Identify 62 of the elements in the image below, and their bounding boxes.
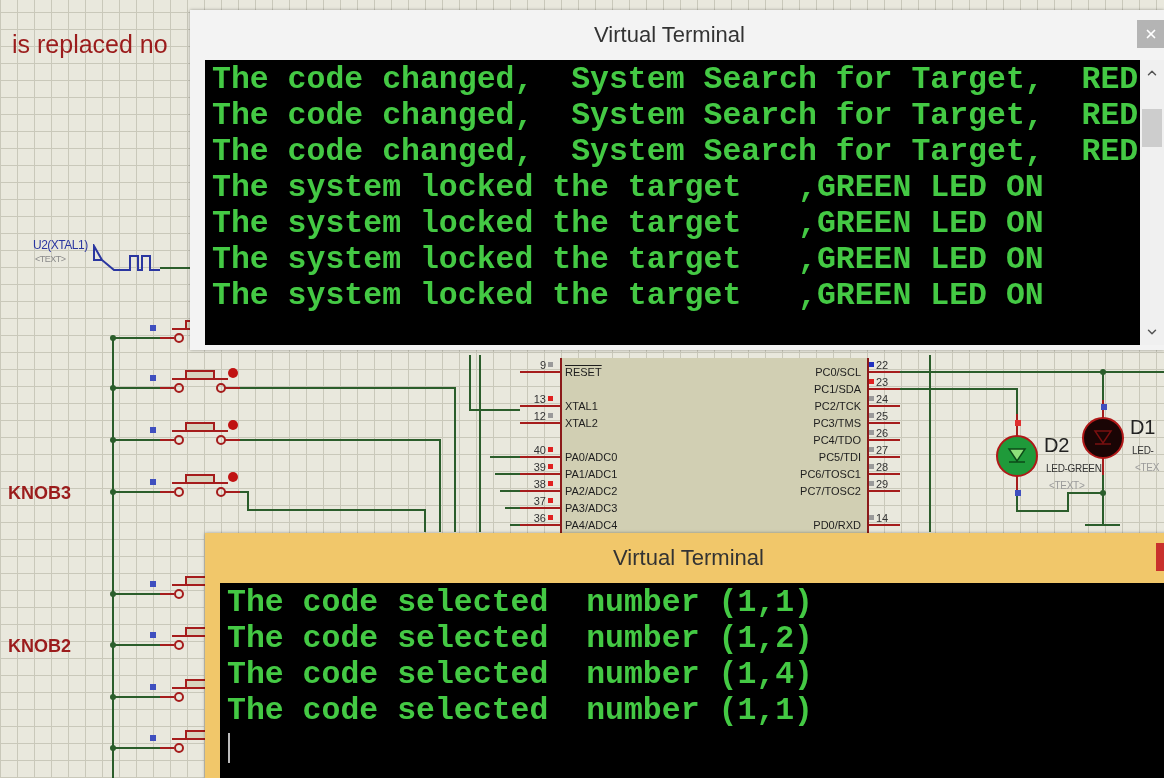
window-title: Virtual Terminal xyxy=(594,22,745,48)
terminal-line: The code selected number (1,1) xyxy=(227,693,814,729)
pin-label: PA3/ADC3 xyxy=(565,502,618,515)
led-type: LED- xyxy=(1132,445,1154,456)
pin-label: XTAL2 xyxy=(565,417,598,430)
switch-group-label: KNOB3 xyxy=(8,483,71,504)
terminal-line: The code changed, System Search for Target, RED xyxy=(212,62,1140,98)
terminal-line: The code changed, System Search for Target, RED xyxy=(212,98,1140,134)
pin-number: 36 xyxy=(533,512,546,524)
pin-number: 29 xyxy=(876,478,889,490)
pin-number: 37 xyxy=(533,495,546,507)
pin-number: 24 xyxy=(876,393,889,405)
pin-label: PC2/TCK xyxy=(814,400,861,413)
terminal-line: The system locked the target ,GREEN LED ON xyxy=(212,278,1045,314)
pin-number: 26 xyxy=(876,427,889,439)
pin-label: PA4/ADC4 xyxy=(565,519,618,532)
pin-number: 22 xyxy=(876,359,889,371)
pin-number: 9 xyxy=(539,359,546,371)
generator-label: U2(XTAL1) xyxy=(33,238,88,252)
pin-label: PC5/TDI xyxy=(818,451,861,464)
led-reference: D1 xyxy=(1130,416,1155,439)
pin-label: PC0/SCL xyxy=(815,366,861,379)
pin-label: PC6/TOSC1 xyxy=(800,468,861,481)
switch-group-label: KNOB2 xyxy=(8,636,71,657)
window-title: Virtual Terminal xyxy=(613,545,764,571)
pin-label: RESET xyxy=(565,366,602,379)
pin-number: 25 xyxy=(876,410,889,422)
pin-number: 27 xyxy=(876,444,889,456)
terminal-line: The system locked the target ,GREEN LED ON xyxy=(212,242,1045,278)
pin-label: PA2/ADC2 xyxy=(565,485,618,498)
close-button[interactable] xyxy=(1137,20,1164,48)
generator-text: <TEXT> xyxy=(35,254,66,264)
pin-label: PA0/ADC0 xyxy=(565,451,618,464)
pin-label: XTAL1 xyxy=(565,400,598,413)
pin-number: 40 xyxy=(533,444,546,456)
pin-label: PA1/ADC1 xyxy=(565,468,618,481)
clock-signal-icon xyxy=(92,244,162,272)
terminal-line: The code selected number (1,4) xyxy=(227,657,814,693)
terminal-line: The system locked the target ,GREEN LED ON xyxy=(212,206,1045,242)
led-type: LED-GREEN xyxy=(1046,463,1102,474)
pin-label: PC1/SDA xyxy=(813,383,861,396)
pin-label: PC4/TDO xyxy=(813,434,861,447)
pin-number: 12 xyxy=(533,410,546,422)
terminal-line: The code selected number (1,1) xyxy=(227,585,814,621)
scrollbar-thumb[interactable] xyxy=(1142,108,1162,147)
terminal-line: The code selected number (1,2) xyxy=(227,621,814,657)
schematic-note: is replaced no xyxy=(12,30,168,59)
pin-label: PC7/TOSC2 xyxy=(800,485,861,498)
pin-number: 28 xyxy=(876,461,889,473)
pin-label: PD0/RXD xyxy=(813,519,861,532)
terminal-line: The code changed, System Search for Target, RED xyxy=(212,134,1140,170)
pin-number: 13 xyxy=(533,393,546,405)
terminal-line: The system locked the target ,GREEN LED ON xyxy=(212,170,1045,206)
pin-number: 38 xyxy=(533,478,546,490)
led-text: <TEX xyxy=(1135,462,1160,473)
pin-number: 23 xyxy=(876,376,889,388)
led-text: <TEXT> xyxy=(1049,480,1085,491)
pin-number: 39 xyxy=(533,461,546,473)
pin-label: PC3/TMS xyxy=(813,417,861,430)
led-reference: D2 xyxy=(1044,434,1069,457)
pin-number: 14 xyxy=(876,512,889,524)
signal-wire xyxy=(160,266,190,270)
